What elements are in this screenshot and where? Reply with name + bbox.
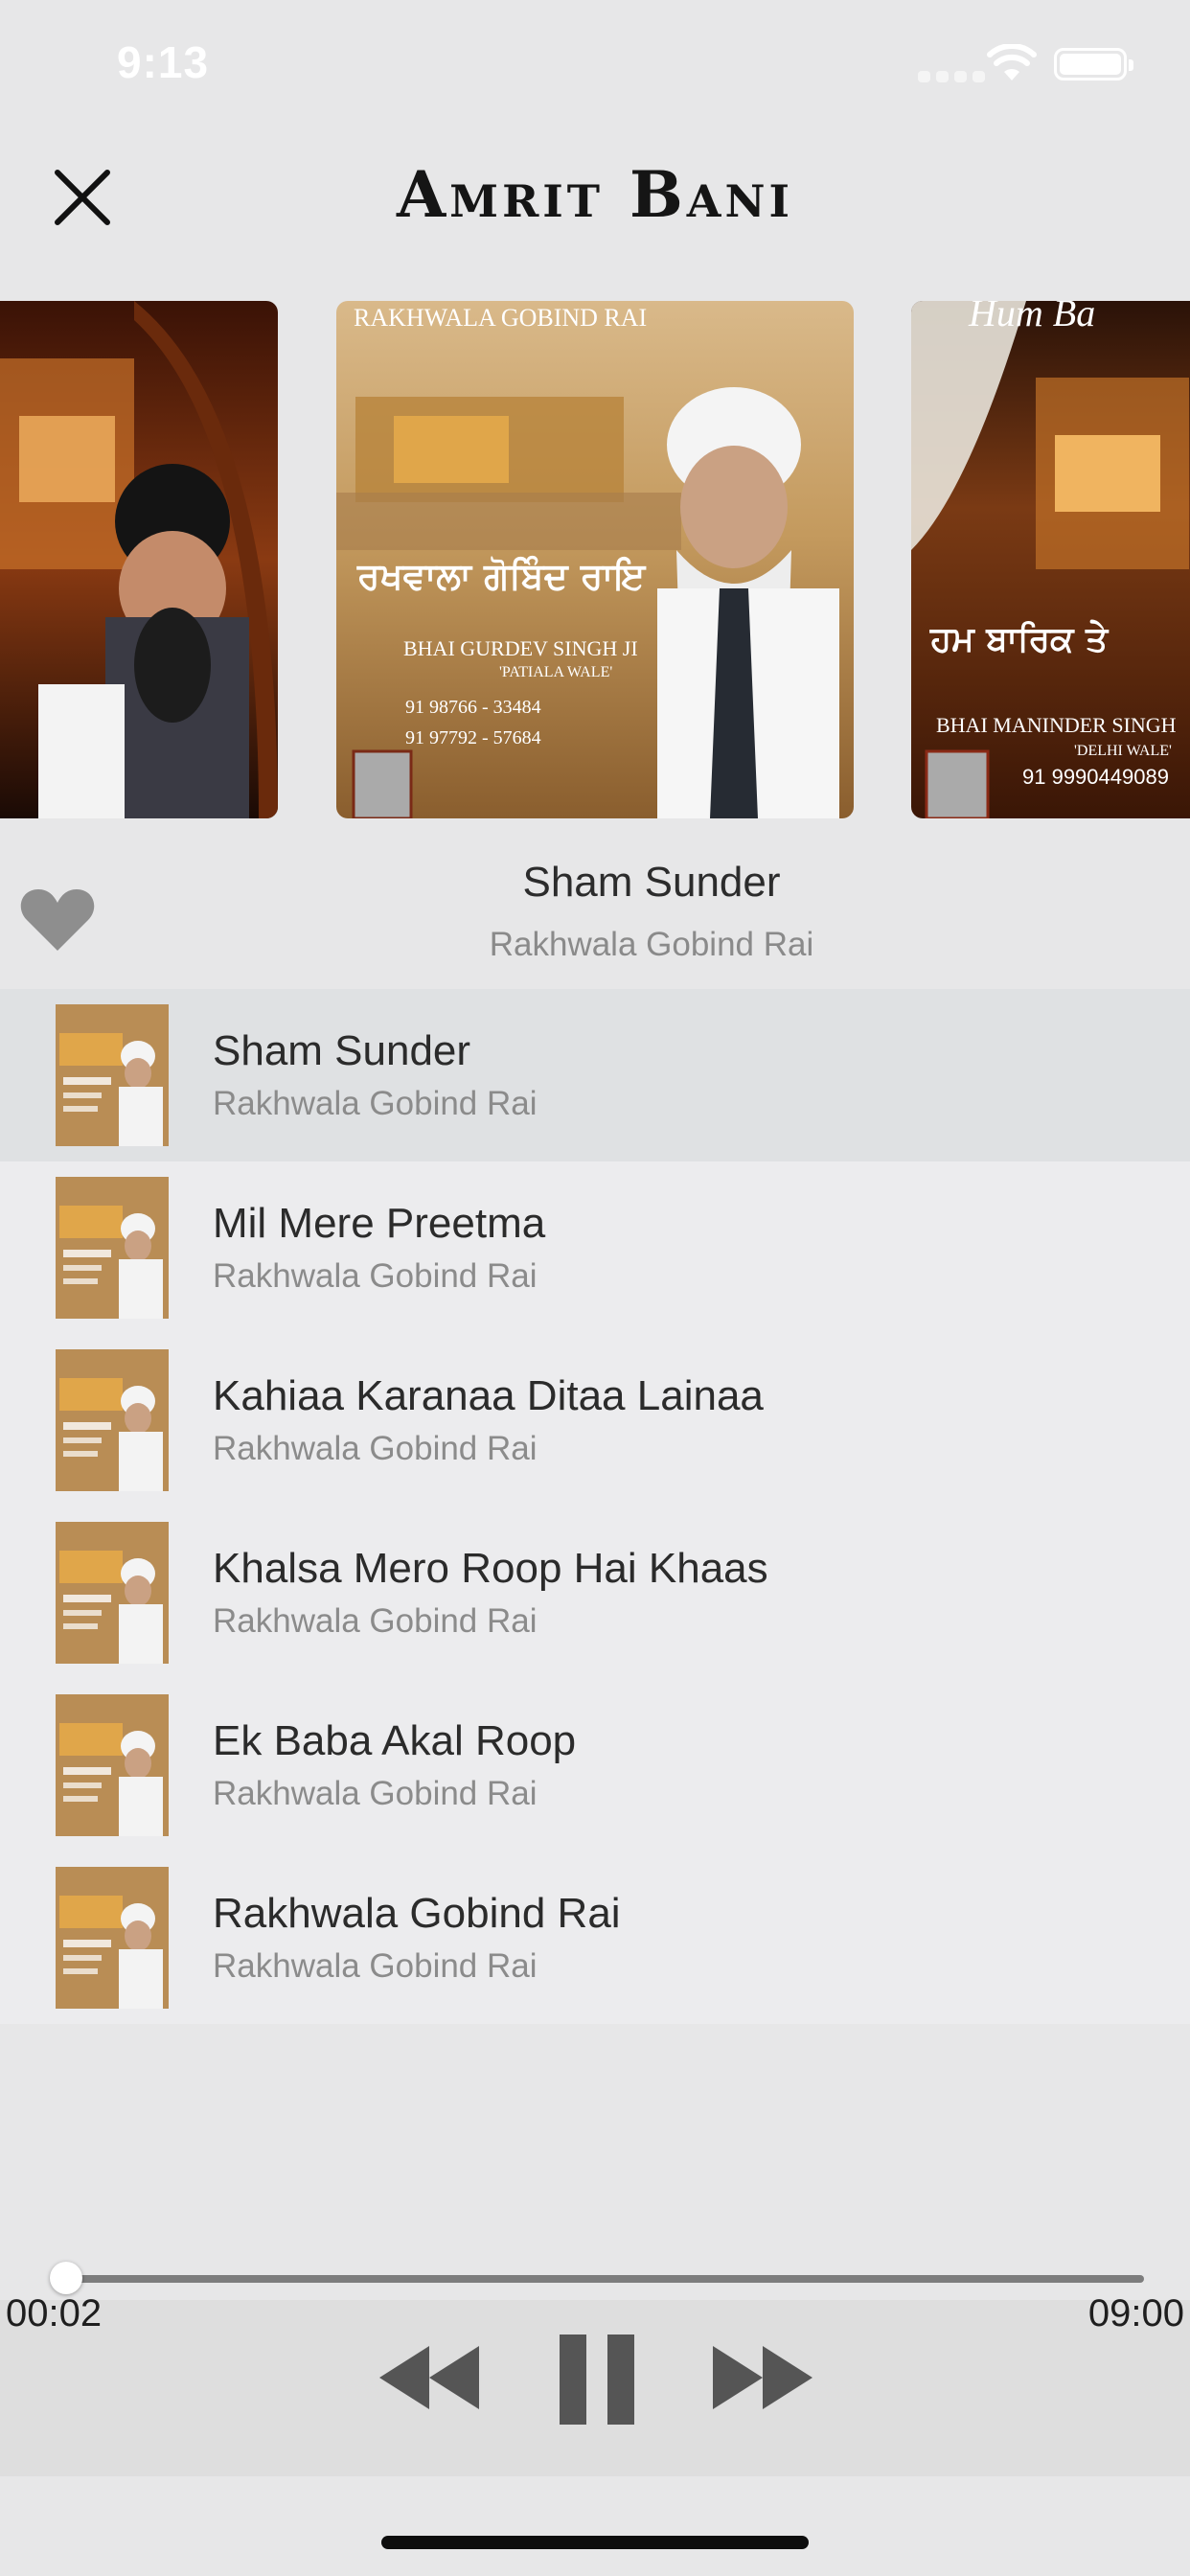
track-row[interactable]: Rakhwala Gobind Rai Rakhwala Gobind Rai (0, 1852, 1190, 2024)
track-thumbnail (56, 1522, 169, 1664)
track-row[interactable]: Khalsa Mero Roop Hai Khaas Rakhwala Gobi… (0, 1506, 1190, 1679)
track-album: Rakhwala Gobind Rai (213, 1602, 538, 1640)
now-playing-album: Rakhwala Gobind Rai (489, 926, 814, 963)
track-album: Rakhwala Gobind Rai (213, 1430, 538, 1467)
next-cover-artist: BHAI MANINDER SINGH (936, 713, 1177, 737)
track-album: Rakhwala Gobind Rai (213, 1947, 538, 1985)
cover-title: RAKHWALA GOBIND RAI (354, 304, 647, 332)
album-cover-next[interactable]: Hum Ba ਹਮ ਬਾਰਿਕ ਤੇ BHAI MANINDER SINGH '… (911, 301, 1190, 818)
app-root: 9:13 Amrit Bani RAKHWALA GOBIND RAI ਰਖਵਾ… (0, 0, 1190, 2576)
next-cover-phone: 91 9990449089 (1022, 765, 1169, 789)
track-thumbnail (56, 1694, 169, 1836)
track-album: Rakhwala Gobind Rai (213, 1085, 538, 1122)
track-list: Sham Sunder Rakhwala Gobind Rai Mil Mere… (0, 989, 1190, 2024)
track-title: Kahiaa Karanaa Ditaa Lainaa (213, 1372, 764, 1419)
now-playing-title: Sham Sunder (522, 859, 781, 906)
cover-sub: 'PATIALA WALE' (499, 664, 612, 680)
home-indicator (381, 2536, 809, 2549)
track-album: Rakhwala Gobind Rai (213, 1257, 538, 1295)
track-thumbnail (56, 1867, 169, 2009)
battery-icon (1054, 48, 1133, 80)
track-row[interactable]: Ek Baba Akal Roop Rakhwala Gobind Rai (0, 1679, 1190, 1852)
progress-slider[interactable] (61, 2275, 1144, 2283)
album-cover-previous[interactable] (0, 301, 278, 818)
fast-forward-button[interactable] (713, 2346, 812, 2409)
progress-knob[interactable] (49, 2262, 82, 2294)
app-title: Amrit Bani (396, 157, 794, 232)
track-thumbnail (56, 1177, 169, 1319)
next-cover-sub: 'DELHI WALE' (1074, 743, 1172, 759)
wifi-icon (987, 44, 1037, 80)
cover-phone-1: 91 98766 - 33484 (405, 697, 541, 718)
track-title: Mil Mere Preetma (213, 1200, 546, 1247)
elapsed-time: 00:02 (6, 2292, 103, 2334)
next-cover-title: Hum Ba (968, 301, 1095, 334)
track-title: Sham Sunder (213, 1027, 471, 1074)
total-time: 09:00 (1087, 2292, 1184, 2334)
track-album: Rakhwala Gobind Rai (213, 1775, 538, 1812)
status-time: 9:13 (117, 37, 210, 87)
track-title: Ek Baba Akal Roop (213, 1717, 577, 1764)
cover-phone-2: 91 97792 - 57684 (405, 727, 541, 748)
next-cover-punjabi: ਹਮ ਬਾਰਿਕ ਤੇ (929, 619, 1110, 659)
album-cover-current[interactable]: RAKHWALA GOBIND RAI ਰਖਵਾਲਾ ਗੋਬਿੰਦ ਰਾਇ BH… (336, 301, 854, 818)
track-title: Rakhwala Gobind Rai (213, 1890, 621, 1937)
track-title: Khalsa Mero Roop Hai Khaas (213, 1545, 768, 1592)
pause-button[interactable] (560, 2334, 634, 2425)
track-thumbnail (56, 1004, 169, 1146)
track-thumbnail (56, 1349, 169, 1491)
cover-punjabi: ਰਖਵਾਲਾ ਗੋਬਿੰਦ ਰਾਇ (356, 555, 647, 597)
cover-artist: BHAI GURDEV SINGH JI (403, 636, 638, 660)
cellular-signal-icon (918, 71, 985, 82)
track-row[interactable]: Mil Mere Preetma Rakhwala Gobind Rai (0, 1162, 1190, 1334)
track-row[interactable]: Kahiaa Karanaa Ditaa Lainaa Rakhwala Gob… (0, 1334, 1190, 1506)
track-row[interactable]: Sham Sunder Rakhwala Gobind Rai (0, 989, 1190, 1162)
status-bar: 9:13 (0, 0, 1190, 134)
album-carousel[interactable]: RAKHWALA GOBIND RAI ਰਖਵਾਲਾ ਗੋਬਿੰਦ ਰਾਇ BH… (0, 301, 1190, 818)
rewind-button[interactable] (379, 2346, 479, 2409)
